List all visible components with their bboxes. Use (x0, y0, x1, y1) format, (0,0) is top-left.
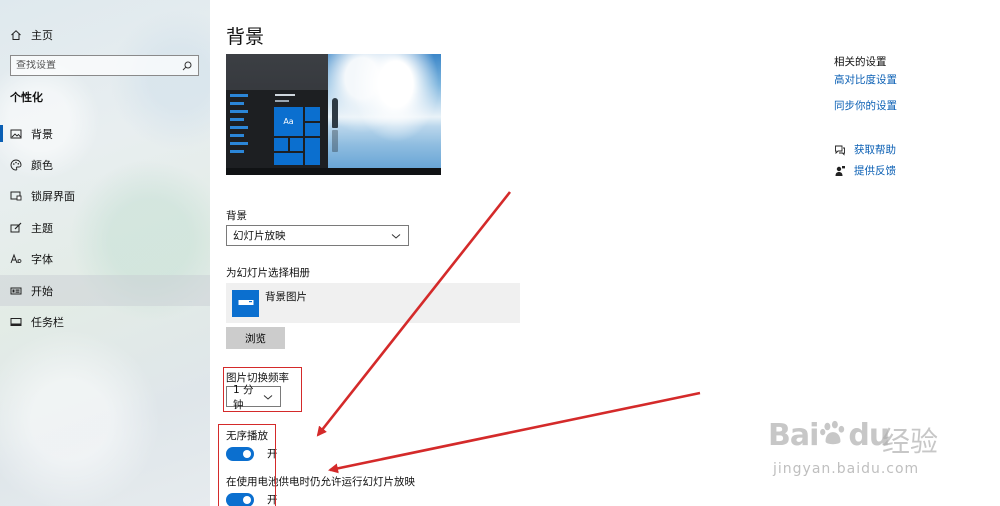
sidebar-item-background[interactable]: 背景 (0, 118, 210, 149)
feedback-label: 提供反馈 (854, 165, 896, 177)
sidebar-item-label: 主题 (31, 221, 53, 235)
watermark-logo: Bai du (768, 418, 890, 453)
home-link[interactable]: 主页 (10, 27, 53, 43)
section-title: 个性化 (10, 91, 43, 104)
watermark-url: jingyan.baidu.com (773, 461, 920, 477)
sidebar-item-label: 锁屏界面 (31, 190, 75, 204)
get-help-label: 获取帮助 (854, 144, 896, 156)
preview-taskbar (226, 168, 441, 175)
palette-icon (10, 159, 22, 171)
sidebar-item-label: 字体 (31, 253, 53, 267)
theme-icon (10, 222, 22, 234)
home-label: 主页 (31, 29, 53, 42)
page-title: 背景 (226, 26, 265, 48)
sidebar-item-label: 颜色 (31, 159, 53, 173)
sidebar-item-fonts[interactable]: 字体 (0, 244, 210, 275)
preview-tile (274, 138, 288, 151)
taskbar-icon (10, 316, 22, 328)
sidebar-item-label: 任务栏 (31, 316, 64, 330)
preview-figure-reflection (332, 130, 338, 152)
high-contrast-link[interactable]: 高对比度设置 (834, 72, 897, 87)
chat-help-icon (834, 144, 846, 156)
feedback-person-icon (834, 165, 846, 177)
folder-thumbnail-icon (232, 289, 259, 317)
home-icon (10, 29, 22, 41)
background-type-value: 幻灯片放映 (233, 230, 286, 242)
album-item[interactable]: 背景图片 (226, 283, 520, 323)
background-type-label: 背景 (226, 210, 247, 222)
preview-wallpaper (328, 54, 441, 175)
sidebar-item-themes[interactable]: 主题 (0, 212, 210, 243)
preview-tile (305, 107, 320, 121)
browse-button[interactable]: 浏览 (226, 327, 285, 349)
lock-screen-icon (10, 190, 22, 202)
sidebar-item-lock-screen[interactable]: 锁屏界面 (0, 181, 210, 212)
nav-list: 背景 颜色 锁屏界面 主题 字体 开始 任务栏 (0, 118, 210, 338)
background-preview: Aa (226, 54, 441, 175)
sidebar-item-colors[interactable]: 颜色 (0, 149, 210, 180)
album-name: 背景图片 (265, 290, 307, 303)
font-icon (10, 253, 22, 265)
get-help-link[interactable]: 获取帮助 (834, 142, 896, 157)
feedback-link[interactable]: 提供反馈 (834, 163, 896, 178)
sync-settings-link[interactable]: 同步你的设置 (834, 98, 897, 113)
search-box[interactable] (10, 55, 199, 76)
search-input[interactable] (16, 60, 181, 71)
sidebar-item-label: 背景 (31, 127, 53, 141)
start-icon (10, 285, 22, 297)
preview-tile (305, 123, 320, 136)
sidebar-item-start[interactable]: 开始 (0, 274, 210, 307)
preview-start-list (230, 94, 248, 158)
watermark-cn: 经验 (882, 425, 939, 458)
annotation-arrow-battery (328, 391, 701, 474)
album-label: 为幻灯片选择相册 (226, 267, 310, 279)
chevron-down-icon (390, 230, 402, 242)
annotation-box-toggles (218, 424, 276, 506)
sidebar-item-taskbar[interactable]: 任务栏 (0, 306, 210, 337)
annotation-box-frequency (223, 367, 302, 412)
preview-tiles: Aa (274, 107, 328, 165)
paw-icon (818, 419, 848, 445)
preview-menu-subheading (275, 100, 289, 102)
preview-tile-aa: Aa (274, 107, 303, 136)
sidebar: 主页 个性化 背景 颜色 锁屏界面 (0, 0, 210, 506)
preview-figure (332, 98, 338, 128)
preview-tile (290, 138, 303, 151)
preview-tile (305, 138, 320, 165)
background-type-select[interactable]: 幻灯片放映 (226, 225, 409, 246)
sidebar-item-label: 开始 (31, 284, 53, 298)
preview-menu-heading (275, 94, 295, 96)
search-icon[interactable] (181, 60, 193, 72)
related-settings-title: 相关的设置 (834, 56, 887, 68)
image-icon (10, 128, 22, 140)
preview-tile (274, 153, 303, 165)
